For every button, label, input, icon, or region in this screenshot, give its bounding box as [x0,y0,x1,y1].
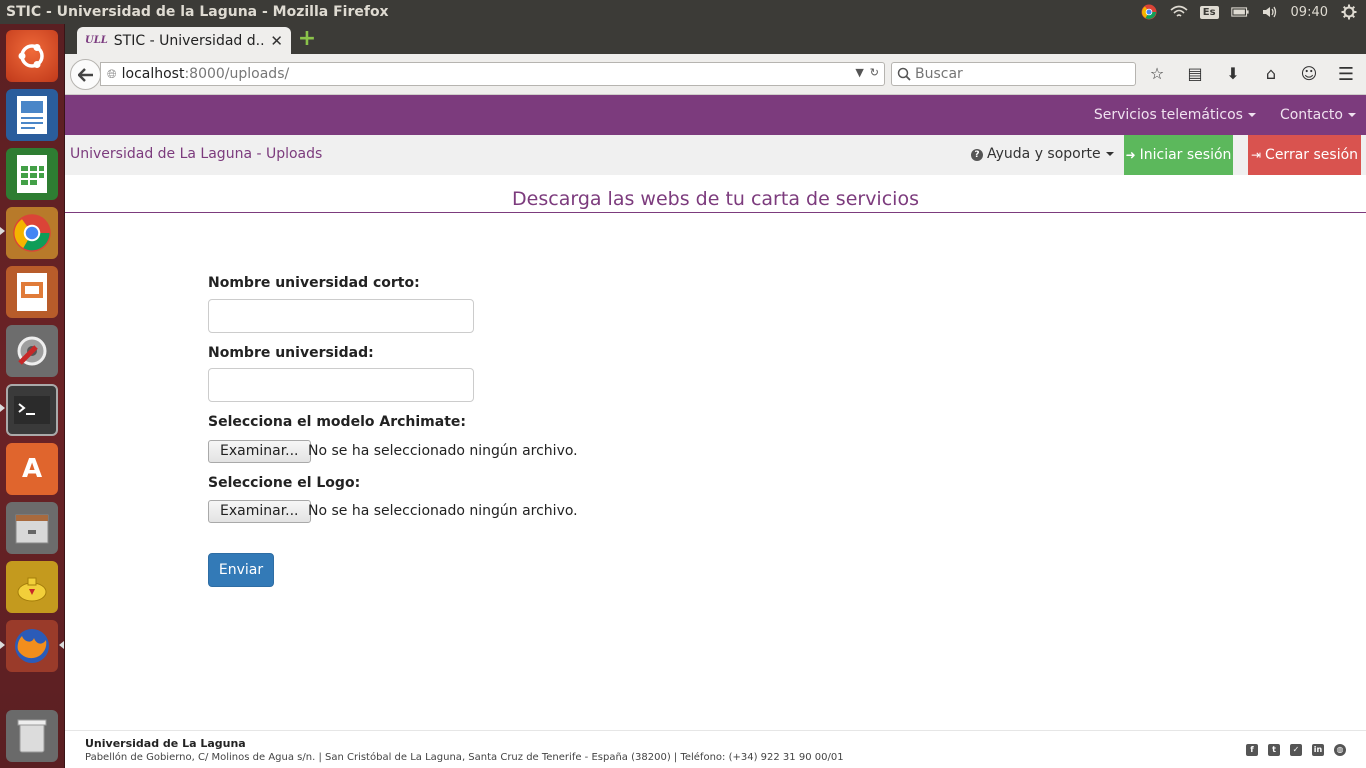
question-circle-icon: ? [971,149,983,161]
site-top-nav: Servicios telemáticos Contacto [65,95,1366,135]
url-bar[interactable]: 🌐︎ localhost:8000/uploads/ ▼ ↻ [100,62,885,86]
system-top-panel: STIC - Universidad de la Laguna - Mozill… [0,0,1366,24]
help-dropdown[interactable]: ? Ayuda y soporte [971,146,1114,162]
firefox-icon[interactable] [6,620,58,672]
toolbar-icons: ☆ ▤ ⬇ ⌂ ☺ [1147,64,1319,83]
site-brand-link[interactable]: Universidad de La Laguna - Uploads [70,146,322,162]
tab-active[interactable]: ULL STIC - Universidad d... ✕ [77,27,291,54]
active-indicator [59,641,64,649]
login-button[interactable]: ➜ Iniciar sesión [1124,135,1233,175]
logo-browse-button[interactable]: Examinar... [208,500,311,523]
keyboard-layout-indicator[interactable]: Es [1199,5,1219,19]
sign-in-icon: ➜ [1125,148,1136,162]
system-settings-icon[interactable] [6,325,58,377]
trash-icon[interactable] [6,710,58,762]
window-title: STIC - Universidad de la Laguna - Mozill… [6,4,389,20]
shopping-bag-icon: A [21,454,43,484]
volume-icon[interactable] [1261,3,1279,21]
running-indicator [0,227,5,235]
tab-close-icon[interactable]: ✕ [270,32,283,50]
url-path: :8000/uploads/ [184,66,290,82]
chrome-icon[interactable] [6,207,58,259]
footer-address: Pabellón de Gobierno, C/ Molinos de Agua… [85,752,844,763]
new-tab-plus-icon[interactable]: + [297,28,317,50]
libreoffice-impress-icon[interactable] [6,266,58,318]
logo-label: Seleccione el Logo: [208,475,361,491]
submit-button[interactable]: Enviar [208,553,274,587]
home-icon[interactable]: ⌂ [1261,64,1281,83]
name-label: Nombre universidad: [208,345,374,361]
name-input[interactable] [208,368,474,402]
linkedin-icon[interactable]: in [1312,744,1324,756]
search-input[interactable] [915,66,1115,82]
wifi-icon[interactable] [1170,3,1188,21]
bookmark-star-icon[interactable]: ☆ [1147,64,1167,83]
ubuntu-dash-icon[interactable] [6,30,58,82]
footer-institution: Universidad de La Laguna [85,737,246,750]
chat-icon[interactable]: ☺ [1299,64,1319,83]
hamburger-menu-icon[interactable]: ☰ [1338,64,1354,85]
nav-contacto[interactable]: Contacto [1266,107,1366,123]
page-title: Descarga las webs de tu carta de servici… [512,188,919,210]
file-manager-icon[interactable] [6,502,58,554]
sign-out-icon: ⇥ [1250,148,1262,162]
battery-icon[interactable] [1230,3,1249,21]
caret-down-icon [1348,113,1356,117]
reload-icon[interactable]: ↻ [870,66,879,79]
system-tray: Es 09:40 [1140,3,1366,21]
search-bar[interactable] [891,62,1136,86]
downloads-icon[interactable]: ⬇ [1223,64,1243,83]
tuenti-icon[interactable]: t [1268,744,1280,756]
aladdin-lamp-icon[interactable] [6,561,58,613]
chrome-indicator-icon[interactable] [1140,3,1158,21]
libreoffice-calc-icon[interactable] [6,148,58,200]
tab-strip: ULL STIC - Universidad d... ✕ + [65,24,1366,54]
terminal-icon[interactable] [6,384,58,436]
running-indicator [0,404,5,412]
social-links: f t ✓ in ◍ [1246,744,1346,756]
caret-down-icon [1247,113,1256,117]
power-gear-icon[interactable] [1340,3,1358,21]
archimate-browse-button[interactable]: Examinar... [208,440,311,463]
globe-icon: 🌐︎ [107,66,117,81]
ull-favicon: ULL [85,35,108,46]
facebook-icon[interactable]: f [1246,744,1258,756]
running-indicator [0,641,5,649]
short-name-label: Nombre universidad corto: [208,275,420,291]
short-name-input[interactable] [208,299,474,333]
navigation-toolbar: 🌐︎ localhost:8000/uploads/ ▼ ↻ ☆ ▤ ⬇ ⌂ ☺… [65,54,1366,95]
site-footer: Universidad de La Laguna Pabellón de Gob… [65,730,1366,768]
libreoffice-writer-icon[interactable] [6,89,58,141]
heading-divider [65,212,1366,213]
archimate-file-status: No se ha seleccionado ningún archivo. [308,443,578,459]
url-controls: ▼ ↻ [855,66,879,79]
tab-title: STIC - Universidad d... [113,32,265,49]
caret-down-icon [1105,152,1114,156]
web-icon[interactable]: ◍ [1334,744,1346,756]
logout-button[interactable]: ⇥ Cerrar sesión [1248,135,1361,175]
url-dropdown-icon[interactable]: ▼ [855,66,863,79]
reading-list-icon[interactable]: ▤ [1185,64,1205,83]
twitter-icon[interactable]: ✓ [1290,744,1302,756]
software-center-icon[interactable]: A [6,443,58,495]
unity-launcher: A [0,24,65,768]
url-host: localhost [121,66,185,82]
search-icon [897,67,911,81]
site-secondary-nav: Universidad de La Laguna - Uploads ? Ayud… [65,135,1366,175]
archimate-model-label: Selecciona el modelo Archimate: [208,414,466,430]
back-button[interactable] [70,59,101,90]
clock[interactable]: 09:40 [1291,5,1328,20]
nav-servicios-telematicos[interactable]: Servicios telemáticos [1080,107,1266,123]
logo-file-status: No se ha seleccionado ningún archivo. [308,503,578,519]
back-arrow-icon [77,67,93,82]
